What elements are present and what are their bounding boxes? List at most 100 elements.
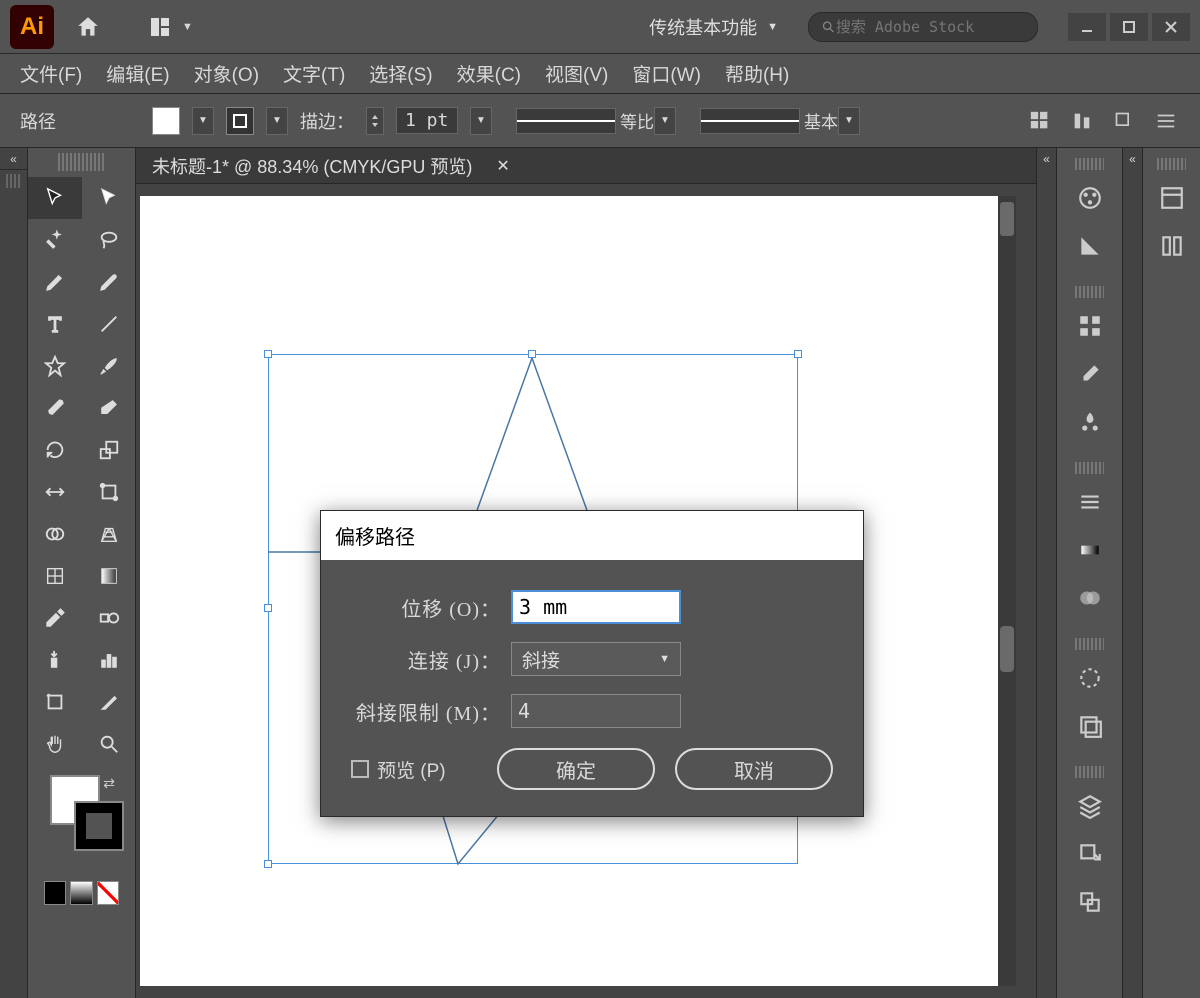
- line-tool[interactable]: [82, 303, 136, 345]
- stroke-dropdown[interactable]: ▼: [266, 107, 288, 135]
- swatches-panel-icon[interactable]: [1057, 302, 1122, 350]
- shape-builder-tool[interactable]: [28, 513, 82, 555]
- artboards-panel-icon[interactable]: [1057, 878, 1122, 926]
- opacity-icon[interactable]: [1026, 107, 1054, 135]
- menu-select[interactable]: 选择(S): [369, 60, 432, 87]
- color-mode-gradient[interactable]: [70, 881, 92, 905]
- mesh-tool[interactable]: [28, 555, 82, 597]
- fill-swatch[interactable]: [152, 107, 180, 135]
- drag-handle[interactable]: [6, 174, 21, 188]
- stroke-color-box[interactable]: [74, 801, 124, 851]
- color-guide-panel-icon[interactable]: [1057, 222, 1122, 270]
- curvature-tool[interactable]: [82, 261, 136, 303]
- close-button[interactable]: [1152, 13, 1190, 41]
- minimize-button[interactable]: [1068, 13, 1106, 41]
- menu-effect[interactable]: 效果(C): [457, 60, 521, 87]
- menu-edit[interactable]: 编辑(E): [106, 60, 169, 87]
- column-graph-tool[interactable]: [82, 639, 136, 681]
- magic-wand-tool[interactable]: [28, 219, 82, 261]
- zoom-tool[interactable]: [82, 723, 136, 765]
- toolbar-drag-handle[interactable]: [58, 153, 105, 171]
- dialog-title[interactable]: 偏移路径: [321, 511, 863, 560]
- stroke-weight-dropdown[interactable]: ▼: [470, 107, 492, 135]
- menu-window[interactable]: 窗口(W): [632, 60, 701, 87]
- scrollbar-thumb-top[interactable]: [1000, 202, 1014, 236]
- menu-file[interactable]: 文件(F): [20, 60, 82, 87]
- arrange-documents-icon[interactable]: [144, 11, 176, 43]
- stock-search[interactable]: [808, 12, 1038, 42]
- scrollbar-thumb[interactable]: [1000, 626, 1014, 672]
- symbol-sprayer-tool[interactable]: [28, 639, 82, 681]
- maximize-button[interactable]: [1110, 13, 1148, 41]
- menu-object[interactable]: 对象(O): [194, 60, 259, 87]
- layers-panel-icon[interactable]: [1057, 782, 1122, 830]
- ok-button[interactable]: 确定: [497, 748, 655, 790]
- offset-input[interactable]: [511, 590, 681, 624]
- lasso-tool[interactable]: [82, 219, 136, 261]
- menu-help[interactable]: 帮助(H): [725, 60, 789, 87]
- width-profile-preview[interactable]: [516, 108, 616, 134]
- eraser-tool[interactable]: [82, 387, 136, 429]
- width-tool[interactable]: [28, 471, 82, 513]
- eyedropper-tool[interactable]: [28, 597, 82, 639]
- panel-drag-handle-r2[interactable]: [1157, 158, 1186, 170]
- gradient-panel-icon[interactable]: [1057, 526, 1122, 574]
- symbols-panel-icon[interactable]: [1057, 398, 1122, 446]
- direct-selection-tool[interactable]: [82, 177, 136, 219]
- rectangle-tool[interactable]: [28, 345, 82, 387]
- appearance-panel-icon[interactable]: [1057, 654, 1122, 702]
- panel-drag-handle-3[interactable]: [1075, 462, 1104, 474]
- asset-export-panel-icon[interactable]: [1057, 830, 1122, 878]
- shaper-tool[interactable]: [28, 387, 82, 429]
- tab-close-icon[interactable]: ✕: [496, 156, 509, 176]
- transparency-panel-icon[interactable]: [1057, 574, 1122, 622]
- vertical-scrollbar[interactable]: [998, 196, 1016, 986]
- selection-tool[interactable]: [28, 177, 82, 219]
- color-mode-none[interactable]: [97, 881, 119, 905]
- panel-drag-handle-5[interactable]: [1075, 766, 1104, 778]
- menu-view[interactable]: 视图(V): [545, 60, 608, 87]
- align-icon[interactable]: [1068, 107, 1096, 135]
- transform-icon[interactable]: [1110, 107, 1138, 135]
- type-tool[interactable]: [28, 303, 82, 345]
- panel-menu-icon[interactable]: [1152, 107, 1180, 135]
- miter-input[interactable]: [511, 694, 681, 728]
- expand-panels-icon[interactable]: «: [1037, 148, 1056, 170]
- brush-preview[interactable]: [700, 108, 800, 134]
- cancel-button[interactable]: 取消: [675, 748, 833, 790]
- fill-dropdown[interactable]: ▼: [192, 107, 214, 135]
- gradient-tool[interactable]: [82, 555, 136, 597]
- blend-tool[interactable]: [82, 597, 136, 639]
- collapse-left-icon[interactable]: «: [0, 148, 27, 170]
- color-panel-icon[interactable]: [1057, 174, 1122, 222]
- pen-tool[interactable]: [28, 261, 82, 303]
- stroke-swatch[interactable]: [226, 107, 254, 135]
- stroke-weight-value[interactable]: 1 pt: [396, 107, 458, 134]
- slice-tool[interactable]: [82, 681, 136, 723]
- workspace-switcher[interactable]: 传统基本功能 ▼: [649, 14, 778, 40]
- properties-panel-icon[interactable]: [1143, 174, 1200, 222]
- document-tab[interactable]: 未标题-1* @ 88.34% (CMYK/GPU 预览) ✕: [136, 148, 1036, 184]
- width-profile-dropdown[interactable]: ▼: [654, 107, 676, 135]
- rotate-tool[interactable]: [28, 429, 82, 471]
- panel-drag-handle-2[interactable]: [1075, 286, 1104, 298]
- stroke-stepper[interactable]: [366, 107, 384, 135]
- stock-search-input[interactable]: [836, 18, 1025, 36]
- brush-dropdown[interactable]: ▼: [838, 107, 860, 135]
- stroke-panel-icon[interactable]: [1057, 478, 1122, 526]
- paintbrush-tool[interactable]: [82, 345, 136, 387]
- join-select[interactable]: 斜接 ▼: [511, 642, 681, 676]
- scale-tool[interactable]: [82, 429, 136, 471]
- brushes-panel-icon[interactable]: [1057, 350, 1122, 398]
- hand-tool[interactable]: [28, 723, 82, 765]
- home-icon[interactable]: [72, 11, 104, 43]
- color-mode-solid[interactable]: [44, 881, 66, 905]
- menu-type[interactable]: 文字(T): [283, 60, 345, 87]
- graphic-styles-panel-icon[interactable]: [1057, 702, 1122, 750]
- panel-drag-handle-4[interactable]: [1075, 638, 1104, 650]
- perspective-tool[interactable]: [82, 513, 136, 555]
- panel-drag-handle[interactable]: [1075, 158, 1104, 170]
- swap-fill-stroke-icon[interactable]: ⇄: [103, 775, 115, 792]
- free-transform-tool[interactable]: [82, 471, 136, 513]
- preview-checkbox[interactable]: 预览 (P): [351, 756, 446, 783]
